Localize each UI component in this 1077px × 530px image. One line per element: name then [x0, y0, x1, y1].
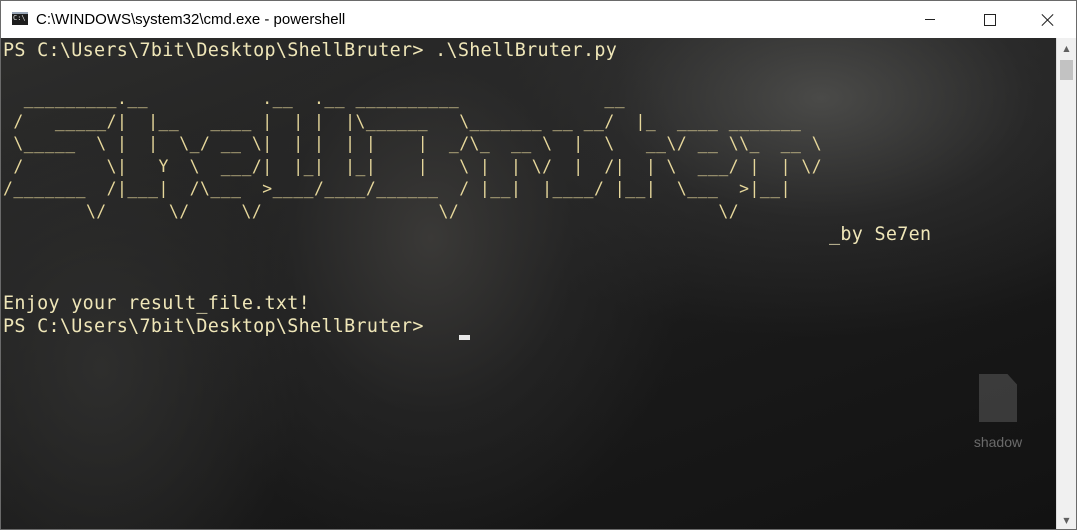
window-title: C:\WINDOWS\system32\cmd.exe - powershell: [36, 11, 346, 28]
maximize-icon: [984, 13, 996, 26]
ascii-banner: _________.__ .__ .__ __________ __ / ___…: [3, 89, 823, 221]
title-bar[interactable]: C:\WINDOWS\system32\cmd.exe - powershell: [1, 1, 1076, 38]
scroll-thumb[interactable]: [1060, 60, 1073, 80]
cmd-icon[interactable]: [12, 12, 28, 25]
console-output[interactable]: PS C:\Users\7bit\Desktop\ShellBruter> .\…: [1, 38, 1056, 529]
scroll-up-arrow-icon[interactable]: ▲: [1057, 40, 1076, 57]
scroll-down-arrow-icon[interactable]: ▼: [1057, 512, 1076, 529]
maximize-button[interactable]: [967, 1, 1013, 38]
author-credit: _by Se7en: [829, 224, 932, 245]
close-icon: [1041, 13, 1055, 27]
close-button[interactable]: [1025, 1, 1071, 38]
text-cursor: [459, 335, 470, 340]
desktop-file-label: shadow: [973, 434, 1023, 450]
vertical-scrollbar[interactable]: ▲ ▼: [1056, 38, 1076, 529]
minimize-button[interactable]: [907, 1, 953, 38]
file-icon: [979, 374, 1017, 422]
prompt-line[interactable]: PS C:\Users\7bit\Desktop\ShellBruter>: [3, 316, 435, 338]
minimize-icon: [925, 19, 935, 20]
result-message: Enjoy your result_file.txt!: [3, 293, 311, 314]
cmd-window: C:\WINDOWS\system32\cmd.exe - powershell…: [0, 0, 1077, 530]
command-line: PS C:\Users\7bit\Desktop\ShellBruter> .\…: [3, 40, 618, 61]
